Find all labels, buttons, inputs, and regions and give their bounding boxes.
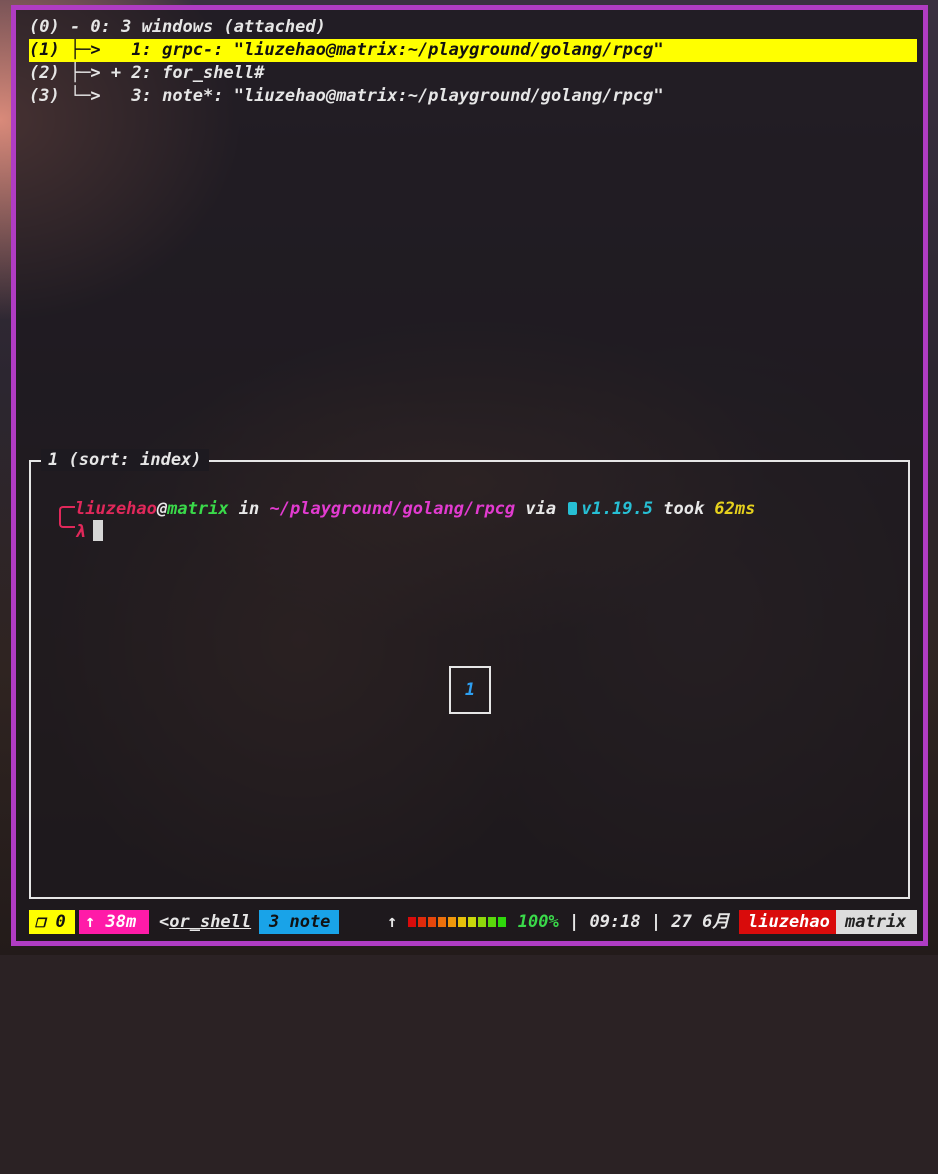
battery-cell: [467, 917, 476, 927]
tree-row-index: (1): [29, 40, 60, 60]
battery-arrow-icon: ↑: [387, 912, 398, 932]
window-tab-current-label: or_shell: [169, 912, 252, 932]
tree-row-1[interactable]: (1) ├─> 1: grpc-: "liuzehao@matrix:~/pla…: [29, 39, 917, 62]
tree-branch: ├─> +: [59, 63, 132, 83]
battery-cell: [417, 917, 426, 927]
prompt-host: matrix: [167, 499, 229, 519]
clock-time: 09:18: [589, 912, 641, 932]
session-name: 0: [55, 912, 66, 932]
status-hostname: matrix: [845, 912, 907, 932]
battery-cell: [407, 917, 416, 927]
session-box-icon: ❐: [35, 912, 46, 932]
status-separator: |: [568, 912, 580, 932]
window-tab-prefix: <: [159, 912, 170, 932]
window-tab-current[interactable]: <or_shell: [159, 910, 255, 934]
battery-cell: [457, 917, 466, 927]
terminal-cursor: [93, 520, 104, 541]
tree-row-text: 2: for_shell#: [131, 63, 265, 83]
user-segment: liuzehao: [739, 910, 836, 934]
pane-title: 1 (sort: index): [41, 449, 209, 471]
prompt-corner-decoration: [59, 506, 75, 528]
tree-row-text: 3: note*: "liuzehao@matrix:~/playground/…: [131, 86, 664, 106]
prompt-via: via: [515, 499, 567, 519]
command-duration: 62ms: [714, 499, 756, 519]
session-segment[interactable]: ❐ 0: [29, 910, 75, 934]
battery-cell: [447, 917, 456, 927]
uptime-segment: ↑ 38m: [79, 910, 149, 934]
tree-row-index: (2): [29, 63, 60, 83]
prompt-took: took: [653, 499, 715, 519]
host-segment: matrix: [836, 910, 917, 934]
uptime-value: 38m: [105, 912, 137, 932]
go-gopher-icon: [568, 502, 578, 515]
tree-row-2[interactable]: (2) ├─> + 2: for_shell#: [29, 62, 264, 85]
preview-pane[interactable]: 1 (sort: index) liuzehao@matrix in ~/pla…: [29, 449, 910, 899]
uptime-arrow-icon: ↑: [85, 912, 96, 932]
status-separator: |: [650, 912, 662, 932]
pane-index-indicator: 1: [449, 666, 491, 714]
battery-percent: 100%: [517, 912, 559, 932]
battery-cell: [487, 917, 496, 927]
prompt-in: in: [228, 499, 270, 519]
prompt-input-line[interactable]: λ: [75, 520, 104, 543]
prompt-line: liuzehao@matrix in ~/playground/golang/r…: [75, 498, 755, 520]
window-tab-note[interactable]: 3 note: [259, 910, 339, 934]
tree-branch: └─>: [59, 86, 132, 106]
tree-branch: ├─>: [59, 40, 132, 60]
prompt-at: @: [156, 499, 168, 519]
prompt-path: ~/playground/golang/rpcg: [269, 499, 516, 519]
session-tree-header[interactable]: (0) - 0: 3 windows (attached): [29, 16, 326, 39]
prompt-user: liuzehao: [75, 499, 157, 519]
battery-cell: [427, 917, 436, 927]
clock-date: 27 6月: [671, 912, 730, 932]
battery-time-segment: ↑ 100% | 09:18 | 27 6月: [387, 910, 737, 934]
tmux-status-bar: ❐ 0 ↑ 38m <or_shell 3 note ↑ 100% | 09:1…: [29, 910, 917, 934]
battery-meter: [407, 912, 508, 932]
tree-row-text: 1: grpc-: "liuzehao@matrix:~/playground/…: [131, 40, 664, 60]
battery-cell: [477, 917, 486, 927]
battery-cell: [497, 917, 506, 927]
battery-cell: [437, 917, 446, 927]
prompt-symbol: λ: [75, 522, 86, 542]
window-tab-note-label: 3 note: [269, 912, 331, 932]
go-version: v1.19.5: [581, 499, 653, 519]
tree-row-index: (3): [29, 86, 60, 106]
tmux-window[interactable]: (0) - 0: 3 windows (attached) (1) ├─> 1:…: [11, 5, 928, 946]
status-username: liuzehao: [748, 912, 830, 932]
tree-row-3[interactable]: (3) └─> 3: note*: "liuzehao@matrix:~/pla…: [29, 85, 664, 108]
